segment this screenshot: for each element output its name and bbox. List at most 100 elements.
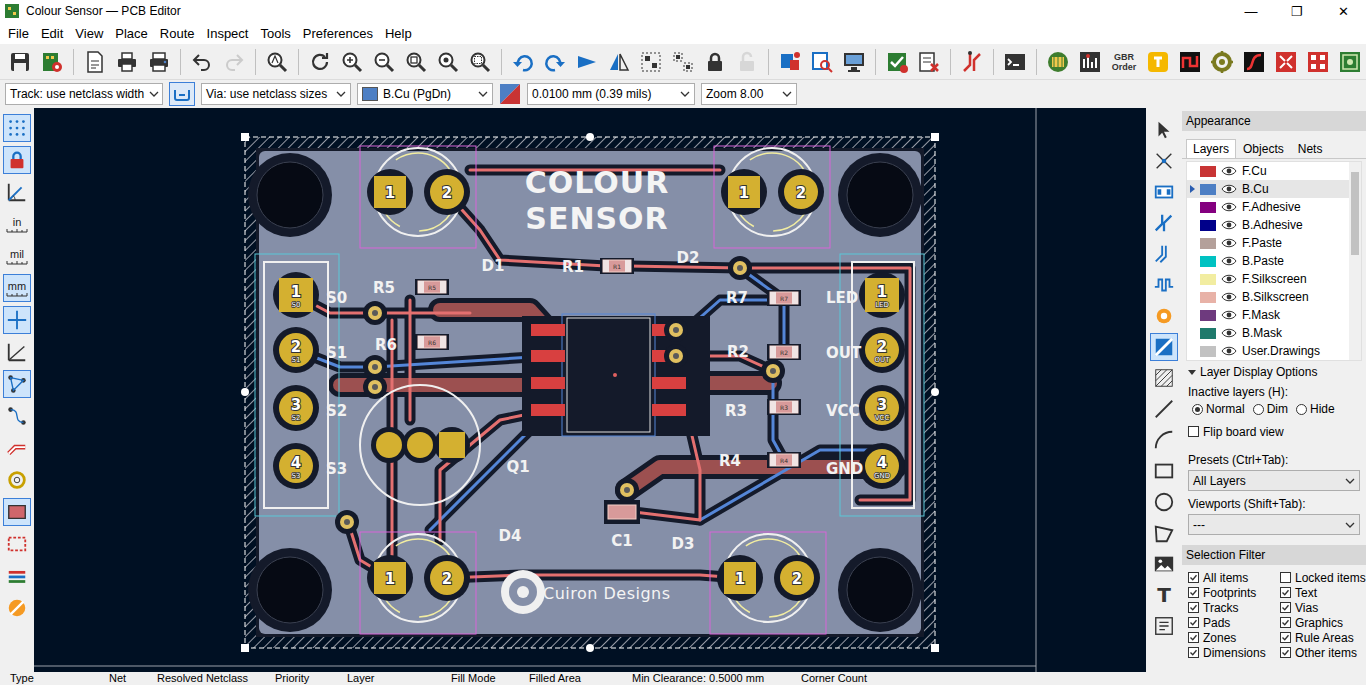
filter-checkbox[interactable]: Graphics [1280, 615, 1366, 630]
right-toolbar-button[interactable] [1150, 240, 1178, 268]
back-track[interactable] [740, 268, 784, 352]
resistor-footprint[interactable]: R4R4 [719, 452, 801, 470]
layer-row[interactable]: F.Paste [1187, 234, 1349, 252]
layer-row[interactable]: B.Mask [1187, 324, 1349, 342]
resize-handle[interactable] [931, 388, 939, 396]
right-toolbar-button[interactable] [1150, 550, 1178, 578]
pad[interactable]: 1LEDLED [826, 272, 905, 318]
led-footprint[interactable]: 12D2 [677, 146, 830, 267]
resize-handle[interactable] [586, 644, 594, 652]
radio-button[interactable] [1253, 404, 1264, 415]
layer-row[interactable]: F.Adhesive [1187, 198, 1349, 216]
right-toolbar-button[interactable] [1150, 612, 1178, 640]
left-toolbar-button[interactable] [3, 306, 31, 334]
filter-checkbox[interactable]: All items [1188, 570, 1280, 585]
layer-color-swatch[interactable] [1200, 220, 1216, 231]
filter-checkbox[interactable]: Zones [1188, 630, 1280, 645]
layer-row[interactable]: B.Paste [1187, 252, 1349, 270]
menu-item[interactable]: Preferences [297, 26, 379, 41]
via[interactable] [664, 318, 688, 342]
layer-color-swatch[interactable] [1200, 292, 1216, 303]
via[interactable] [664, 344, 688, 368]
filter-checkbox[interactable]: Other items [1280, 645, 1366, 660]
zoom-dropdown[interactable]: Zoom 8.00 [701, 83, 797, 105]
toolbar-button[interactable] [1176, 48, 1204, 76]
connector-footprint[interactable]: 1LEDLED2OUTOUT3VCCVCC4GNDGND [826, 254, 924, 516]
eye-icon[interactable] [1221, 274, 1237, 284]
layer-pair-icon[interactable] [499, 83, 521, 105]
toolbar-button[interactable] [1336, 48, 1364, 76]
resistor-footprint[interactable]: R6R6 [375, 334, 449, 354]
toolbar-button[interactable] [1240, 48, 1268, 76]
pcb-canvas[interactable]: 12D112D212D312D41S0S02S1S13S2S24S3S31LED… [34, 108, 1146, 672]
filter-checkbox[interactable]: Pads [1188, 615, 1280, 630]
via[interactable] [335, 510, 359, 534]
auto-track-width-toggle[interactable] [169, 82, 195, 106]
layer-color-swatch[interactable] [1200, 256, 1216, 267]
resize-handle[interactable] [241, 133, 249, 141]
right-toolbar-button[interactable] [1150, 395, 1178, 423]
right-toolbar-button[interactable] [1150, 457, 1178, 485]
toolbar-button[interactable] [573, 48, 601, 76]
right-toolbar-button[interactable] [1150, 488, 1178, 516]
toolbar-button[interactable] [1208, 48, 1236, 76]
right-toolbar-button[interactable] [1150, 519, 1178, 547]
pad[interactable]: 4GNDGND [826, 443, 905, 489]
toolbar-button[interactable] [840, 48, 868, 76]
resize-handle[interactable] [931, 644, 939, 652]
board-view[interactable]: 12D112D212D312D41S0S02S1S13S2S24S3S31LED… [34, 108, 1146, 672]
pad[interactable] [531, 350, 565, 362]
led-footprint[interactable]: 12D1 [360, 146, 504, 275]
pad[interactable]: 1S0S0 [273, 272, 347, 318]
pad[interactable]: 4S3S3 [273, 443, 347, 489]
eye-icon[interactable] [1221, 238, 1237, 248]
eye-icon[interactable] [1221, 310, 1237, 320]
front-track[interactable] [446, 575, 740, 578]
menu-item[interactable]: Help [379, 26, 418, 41]
toolbar-button[interactable] [958, 48, 986, 76]
filter-checkbox[interactable]: Vias [1280, 600, 1366, 615]
layer-color-swatch[interactable] [1200, 238, 1216, 249]
colour-sensor-ic[interactable] [522, 314, 710, 436]
menu-item[interactable]: Route [154, 26, 201, 41]
toolbar-button[interactable] [466, 48, 494, 76]
right-toolbar-button[interactable] [1150, 364, 1178, 392]
menu-item[interactable]: Inspect [201, 26, 255, 41]
toolbar-button[interactable] [1044, 48, 1072, 76]
left-toolbar-button[interactable] [3, 178, 31, 206]
eye-icon[interactable] [1221, 220, 1237, 230]
toolbar-button[interactable] [701, 48, 729, 76]
radio-button[interactable] [1296, 404, 1307, 415]
filter-checkbox[interactable]: Footprints [1188, 585, 1280, 600]
pad[interactable] [652, 404, 686, 416]
tab[interactable]: Objects [1236, 139, 1291, 158]
layer-row[interactable]: B.Adhesive [1187, 216, 1349, 234]
tab[interactable]: Layers [1186, 139, 1236, 158]
toolbar-button[interactable] [1304, 48, 1332, 76]
filter-checkbox[interactable]: Tracks [1188, 600, 1280, 615]
layer-row[interactable]: F.Silkscreen [1187, 270, 1349, 288]
pad[interactable]: 1 [367, 555, 413, 601]
pad[interactable]: 3VCCVCC [826, 385, 905, 431]
left-toolbar-button[interactable] [3, 402, 31, 430]
eye-icon[interactable] [1221, 202, 1237, 212]
front-track[interactable] [409, 300, 412, 420]
layer-row[interactable]: B.Cu [1187, 180, 1349, 198]
left-toolbar-button[interactable] [3, 114, 31, 142]
tab[interactable]: Nets [1291, 139, 1330, 158]
toolbar-button[interactable] [434, 48, 462, 76]
pad[interactable]: 1 [721, 169, 767, 215]
grid-dropdown[interactable]: 0.0100 mm (0.39 mils) [527, 83, 695, 105]
layer-color-swatch[interactable] [1200, 166, 1216, 177]
toolbar-button[interactable] [669, 48, 697, 76]
viewports-dropdown[interactable]: --- [1188, 514, 1360, 535]
filter-checkbox[interactable]: Text [1280, 585, 1366, 600]
toolbar-button[interactable] [1144, 48, 1172, 76]
toolbar-button[interactable] [370, 48, 398, 76]
right-toolbar-button[interactable] [1150, 302, 1178, 330]
via[interactable] [615, 478, 639, 502]
resistor-footprint[interactable]: R5R5 [373, 279, 449, 297]
layer-color-swatch[interactable] [1200, 184, 1216, 195]
toolbar-button[interactable] [188, 48, 216, 76]
pad[interactable] [531, 324, 565, 336]
